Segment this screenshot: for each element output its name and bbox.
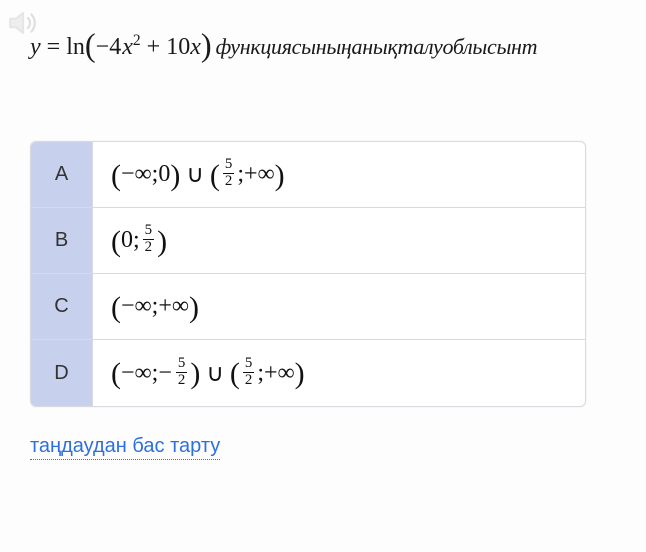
decline-selection-link[interactable]: таңдаудан бас тарту	[30, 435, 220, 460]
question-tail: функциясыныңанықталуоблысынт	[212, 34, 538, 59]
option-content: (0; 52)	[93, 208, 585, 273]
option-letter: A	[31, 142, 93, 207]
fraction: 52	[243, 356, 254, 388]
fraction: 52	[176, 356, 187, 388]
option-content: (−∞; −52) ∪ (52; +∞)	[93, 340, 585, 406]
option-b[interactable]: B (0; 52)	[31, 208, 585, 274]
option-letter: D	[31, 340, 93, 406]
option-letter: B	[31, 208, 93, 273]
question-text: y = ln(−4x2 + 10x)функциясыныңанықталуоб…	[30, 18, 646, 69]
option-letter: C	[31, 274, 93, 339]
option-content: (−∞; 0) ∪ (52; +∞)	[93, 142, 585, 207]
fraction: 52	[143, 223, 154, 255]
answer-options: A (−∞; 0) ∪ (52; +∞) B (0; 52) C (−∞; +∞…	[30, 141, 586, 407]
speaker-icon[interactable]	[6, 6, 40, 40]
option-content: (−∞; +∞)	[93, 274, 585, 339]
option-c[interactable]: C (−∞; +∞)	[31, 274, 585, 340]
option-a[interactable]: A (−∞; 0) ∪ (52; +∞)	[31, 142, 585, 208]
fraction: 52	[223, 157, 234, 189]
option-d[interactable]: D (−∞; −52) ∪ (52; +∞)	[31, 340, 585, 406]
quiz-page: y = ln(−4x2 + 10x)функциясыныңанықталуоб…	[0, 0, 646, 552]
